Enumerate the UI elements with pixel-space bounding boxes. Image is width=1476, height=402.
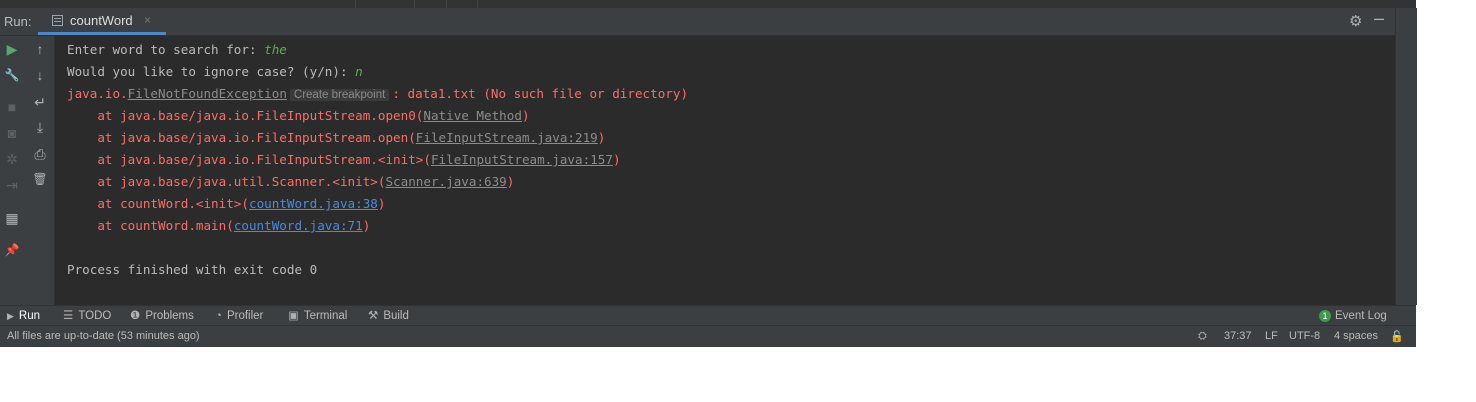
tab-build[interactable]: ⚒ Build: [368, 308, 409, 324]
line-separator[interactable]: LF: [1265, 330, 1278, 342]
file-encoding[interactable]: UTF-8: [1289, 330, 1320, 342]
source-link[interactable]: Scanner.java:639: [385, 174, 506, 189]
run-left-toolbar: ▶ 🔧 ■ ◙ ✲ ⇥ ▦ 📌: [0, 36, 27, 305]
inspection-icon[interactable]: ⛭: [1198, 330, 1207, 343]
wrench-icon[interactable]: 🔧: [2, 65, 22, 85]
tool-window-bar: ▶ Run ☰ TODO ❶ Problems ◔ Profiler ▣ Terminal…: [0, 305, 1416, 326]
gear-icon[interactable]: ⚙: [1349, 12, 1362, 30]
frame-text: at java.base/java.io.FileInputStream.ope…: [67, 108, 424, 123]
debug-icon[interactable]: ✲: [2, 149, 22, 169]
stack-frame-line: at java.base/java.util.Scanner.<init>(Sc…: [67, 172, 514, 192]
tab-terminal[interactable]: ▣ Terminal: [288, 308, 347, 324]
stack-frame-line: at countWord.main(countWord.java:71): [67, 216, 370, 236]
tab-label: Run: [18, 310, 41, 322]
ide-window: Run: countWord × ⚙ – ▶ 🔧 ■ ◙ ✲ ⇥ ▦ 📌 ↑ ↓…: [0, 0, 1417, 347]
tab-run[interactable]: ▶ Run: [7, 308, 40, 324]
user-input: n: [355, 64, 363, 79]
pin-icon[interactable]: 📌: [2, 240, 22, 260]
stack-frame-line: at java.base/java.io.FileInputStream.ope…: [67, 128, 605, 148]
run-panel-header: Run: countWord × ⚙ –: [0, 8, 1395, 36]
problems-icon: ❶: [130, 310, 141, 322]
frame-text: at java.base/java.io.FileInputStream.ope…: [67, 130, 416, 145]
run-label: Run:: [4, 14, 32, 29]
camera-icon[interactable]: ◙: [2, 123, 22, 143]
run-tab-countword[interactable]: countWord ×: [38, 8, 166, 35]
tab-profiler[interactable]: ◔ Profiler: [215, 308, 263, 324]
status-bar: All files are up-to-date (53 minutes ago…: [0, 325, 1416, 347]
console-tab-icon: [52, 15, 63, 26]
indent-setting[interactable]: 4 spaces: [1334, 330, 1378, 342]
prompt-text: Enter word to search for:: [67, 42, 265, 57]
tab-label: Profiler: [226, 310, 264, 322]
frame-text: at java.base/java.util.Scanner.<init>(: [67, 174, 386, 189]
frame-text: at countWord.<init>(: [67, 196, 249, 211]
close-tab-icon[interactable]: ×: [144, 13, 151, 27]
tab-problems[interactable]: ❶ Problems: [130, 308, 194, 324]
print-icon[interactable]: ⎙: [30, 144, 50, 164]
event-count-badge: 1: [1319, 310, 1331, 322]
stack-frame-line: at countWord.<init>(countWord.java:38): [67, 194, 385, 214]
exception-class-link[interactable]: FileNotFoundException: [128, 86, 287, 101]
run-second-toolbar: ↑ ↓ ↵ ⤓ ⎙ 🗑: [27, 36, 55, 305]
minus-icon[interactable]: –: [1374, 8, 1384, 29]
lock-icon[interactable]: 🔓: [1390, 330, 1404, 343]
tab-label: Terminal: [303, 310, 348, 322]
frame-text: ): [521, 108, 530, 123]
stack-frame-line: at java.base/java.io.FileInputStream.<in…: [67, 150, 621, 170]
exception-message: : data1.txt (No such file or directory): [392, 86, 689, 101]
rerun-icon[interactable]: ▶: [2, 39, 22, 59]
soft-wrap-icon[interactable]: ↵: [30, 92, 50, 112]
status-message[interactable]: All files are up-to-date (53 minutes ago…: [7, 330, 200, 342]
console-line: Would you like to ignore case? (y/n): n: [67, 62, 363, 82]
list-icon: ☰: [63, 310, 74, 322]
tab-label: Build: [383, 310, 409, 322]
exception-package: java.io.: [67, 86, 128, 101]
up-arrow-icon[interactable]: ↑: [30, 39, 50, 59]
stop-icon[interactable]: ■: [2, 97, 22, 117]
frame-text: ): [362, 218, 371, 233]
tab-label: TODO: [78, 310, 112, 322]
frame-text: ): [377, 196, 386, 211]
frame-text: at java.base/java.io.FileInputStream.<in…: [67, 152, 431, 167]
trash-icon[interactable]: 🗑: [30, 169, 50, 189]
exit-icon[interactable]: ⇥: [2, 175, 22, 195]
down-arrow-icon[interactable]: ↓: [30, 65, 50, 85]
terminal-icon: ▣: [288, 310, 299, 322]
exception-line: java.io.FileNotFoundException Create brea…: [67, 84, 688, 104]
run-tab-label: countWord: [70, 13, 133, 28]
source-link[interactable]: countWord.java:38: [249, 196, 378, 211]
tab-label: Problems: [145, 310, 194, 322]
active-tab-indicator: [38, 32, 166, 35]
stack-frame-line: at java.base/java.io.FileInputStream.ope…: [67, 106, 530, 126]
source-link[interactable]: Native Method: [423, 108, 522, 123]
user-input: the: [264, 42, 287, 57]
event-log-label: Event Log: [1335, 310, 1387, 322]
run-icon: ▶: [7, 311, 14, 321]
layout-icon[interactable]: ▦: [2, 208, 22, 228]
source-link[interactable]: FileInputStream.java:157: [431, 152, 613, 167]
prompt-text: Would you like to ignore case? (y/n):: [67, 64, 356, 79]
caret-position[interactable]: 37:37: [1224, 330, 1252, 342]
hammer-icon: ⚒: [368, 310, 379, 322]
source-link[interactable]: FileInputStream.java:219: [416, 130, 598, 145]
editor-top-strip: [0, 0, 1416, 8]
frame-text: at countWord.main(: [67, 218, 234, 233]
console-line: Enter word to search for: the: [67, 40, 287, 60]
event-log-button[interactable]: 1 Event Log: [1319, 308, 1387, 324]
right-gutter: [1395, 8, 1417, 305]
profiler-icon: ◔: [215, 310, 222, 322]
source-link[interactable]: countWord.java:71: [234, 218, 363, 233]
tab-todo[interactable]: ☰ TODO: [63, 308, 111, 324]
exit-message: Process finished with exit code 0: [67, 262, 318, 277]
frame-text: ): [597, 130, 606, 145]
frame-text: ): [506, 174, 515, 189]
scroll-to-end-icon[interactable]: ⤓: [30, 117, 50, 137]
frame-text: ): [612, 152, 621, 167]
create-breakpoint-hint[interactable]: Create breakpoint: [289, 89, 390, 101]
